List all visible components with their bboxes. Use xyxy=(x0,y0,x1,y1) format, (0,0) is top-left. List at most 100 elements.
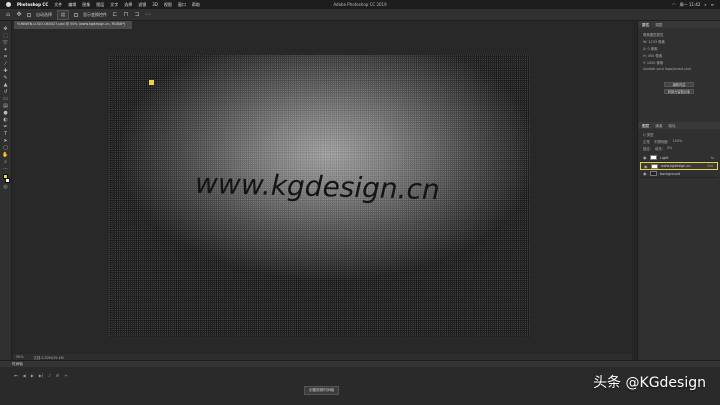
zoom-icon[interactable]: ⌕ xyxy=(2,160,9,165)
document-tab[interactable]: YUNWEN-LOGO-060027.psd @ 50% (www.kgdesi… xyxy=(14,21,132,29)
blur-icon[interactable]: ● xyxy=(2,111,9,116)
first-frame-icon[interactable]: ⏮ xyxy=(14,373,18,378)
tab-adjustments[interactable]: 调整 xyxy=(655,23,662,27)
align-left-icon[interactable]: ⊏ xyxy=(112,11,118,18)
hand-icon[interactable]: ✋ xyxy=(2,153,9,158)
opacity-value[interactable]: 100% xyxy=(673,139,683,144)
options-bar: ⌂ ✥ 自动选择 组 显示变换控件 ⊏ ⊓ ⊐ ⋯ xyxy=(0,9,720,21)
width-field[interactable]: W: 1233 像素 xyxy=(638,38,720,45)
visibility-eye-icon[interactable]: ◉ xyxy=(643,171,647,176)
layer-name[interactable]: background xyxy=(660,172,680,176)
move-icon[interactable]: ✥ xyxy=(2,27,9,32)
doc-size[interactable]: 文档:3.52M/39.4M xyxy=(34,355,64,360)
edit-contents-button[interactable]: 编辑内容 xyxy=(664,82,694,87)
menu-layer[interactable]: 图层 xyxy=(96,2,104,8)
auto-select-dropdown[interactable]: 组 xyxy=(57,9,69,20)
tab-paths[interactable]: 路径 xyxy=(668,124,675,128)
lock-label: 锁定: xyxy=(643,147,651,151)
layer-name[interactable]: Light xyxy=(660,156,668,160)
shape-icon[interactable]: ▢ xyxy=(2,146,9,151)
fill-label: 填充: xyxy=(654,147,663,151)
window-title: Adobe Photoshop CC 2019 xyxy=(333,2,387,7)
align-center-icon[interactable]: ⊓ xyxy=(123,11,129,18)
document-canvas[interactable]: www.kgdesign.cn xyxy=(109,55,530,337)
layer-thumbnail xyxy=(650,155,657,160)
lasso-icon[interactable]: ➰ xyxy=(2,41,9,46)
history-brush-icon[interactable]: ↺ xyxy=(2,90,9,95)
layer-filter[interactable]: Q 类型 xyxy=(638,131,720,138)
menu-image[interactable]: 图像 xyxy=(82,2,90,8)
visibility-eye-icon[interactable]: ◉ xyxy=(643,155,647,160)
dodge-icon[interactable]: ◐ xyxy=(2,118,9,123)
layer-row-background[interactable]: ◉ background xyxy=(640,170,718,178)
background-color-swatch[interactable] xyxy=(4,178,10,183)
distribute-icon[interactable]: ⋯ xyxy=(145,11,151,18)
menu-select[interactable]: 选择 xyxy=(124,2,132,8)
layer-row-light[interactable]: ◉ Light fx xyxy=(640,154,718,162)
eraser-icon[interactable]: ▭ xyxy=(2,97,9,102)
quick-mask-icon[interactable]: ◎ xyxy=(2,185,9,190)
brush-icon[interactable]: ✎ xyxy=(2,76,9,81)
more-tools-icon[interactable]: ⋯ xyxy=(2,167,9,172)
magic-wand-icon[interactable]: ✦ xyxy=(2,48,9,53)
tab-channels[interactable]: 通道 xyxy=(655,124,662,128)
move-tool-icon[interactable]: ✥ xyxy=(16,11,22,18)
gradient-icon[interactable]: ▤ xyxy=(2,104,9,109)
menu-edit[interactable]: 编辑 xyxy=(68,2,76,8)
tab-properties[interactable]: 属性 xyxy=(642,23,649,27)
eyedropper-icon[interactable]: ⁄ xyxy=(2,62,9,67)
settings-icon[interactable]: ⚙ xyxy=(56,373,60,378)
fill-value[interactable]: 0% xyxy=(667,146,672,151)
apple-icon[interactable] xyxy=(6,2,11,7)
prev-frame-icon[interactable]: ◀ xyxy=(23,373,26,378)
auto-select-checkbox[interactable] xyxy=(27,12,31,17)
app-name[interactable]: Photoshop CC xyxy=(17,2,48,7)
type-icon[interactable]: T xyxy=(2,132,9,137)
layer-fx-badge[interactable]: Ctrl xyxy=(707,164,713,168)
blend-mode-dropdown[interactable]: 正常 xyxy=(643,139,650,144)
watermark-credit: 头条 @KGdesign xyxy=(593,375,706,391)
height-field[interactable]: H: 450 像素 xyxy=(638,52,720,59)
crop-icon[interactable]: ⌗ xyxy=(2,55,9,60)
right-panels: 属性 调整 像素图层属性 W: 1233 像素 X: 0 像素 H: 450 像… xyxy=(637,21,720,360)
menu-filter[interactable]: 滤镜 xyxy=(138,2,146,8)
zoom-level[interactable]: 50% xyxy=(16,355,24,359)
home-icon[interactable]: ⌂ xyxy=(5,11,11,18)
properties-tabs: 属性 调整 xyxy=(638,21,720,28)
clock[interactable]: 周一 11:42 xyxy=(680,2,701,8)
layer-name[interactable]: www.kgdesign.cn xyxy=(661,164,691,168)
menu-view[interactable]: 视图 xyxy=(164,2,172,8)
menu-file[interactable]: 文件 xyxy=(54,2,62,8)
menu-icon[interactable]: ≡ xyxy=(711,2,714,7)
pen-icon[interactable]: ✒ xyxy=(2,125,9,130)
play-icon[interactable]: ▶ xyxy=(31,373,34,378)
stamp-icon[interactable]: ▲ xyxy=(2,83,9,88)
menu-type[interactable]: 文字 xyxy=(110,2,118,8)
next-frame-icon[interactable]: ▶| xyxy=(39,373,43,378)
timeline-header[interactable]: 时间轴 xyxy=(0,360,720,367)
canvas-text[interactable]: www.kgdesign.cn xyxy=(195,167,441,206)
create-video-timeline-button[interactable]: 创建视频时间轴 xyxy=(304,386,340,395)
y-field[interactable]: Y: 1000 像素 xyxy=(638,59,720,66)
visibility-eye-icon[interactable]: ◉ xyxy=(644,164,648,169)
layer-row-text[interactable]: ◉ www.kgdesign.cn Ctrl xyxy=(640,162,718,170)
menu-3d[interactable]: 3D xyxy=(152,2,158,7)
healing-icon[interactable]: ✚ xyxy=(2,69,9,74)
transform-controls-checkbox[interactable] xyxy=(74,12,78,17)
menu-window[interactable]: 窗口 xyxy=(178,2,186,8)
align-right-icon[interactable]: ⊐ xyxy=(134,11,140,18)
search-icon[interactable]: ⌕ xyxy=(704,2,706,7)
properties-hint: Update your logo/smart pick xyxy=(643,67,692,71)
layer-fx-badge[interactable]: fx xyxy=(711,156,714,160)
wifi-icon[interactable]: ◠ xyxy=(672,2,676,7)
audio-icon[interactable]: ♪ xyxy=(48,373,51,378)
path-select-icon[interactable]: ➤ xyxy=(2,139,9,144)
menu-help[interactable]: 帮助 xyxy=(192,2,200,8)
menu-bar: Photoshop CC 文件 编辑 图像 图层 文字 选择 滤镜 3D 视图 … xyxy=(0,0,720,9)
split-icon[interactable]: ✂ xyxy=(64,373,67,378)
convert-smart-object-button[interactable]: 转换为智能对象 xyxy=(664,89,694,94)
x-field[interactable]: X: 0 像素 xyxy=(638,45,720,52)
marquee-icon[interactable]: ⬚ xyxy=(2,34,9,39)
note-marker[interactable] xyxy=(149,80,154,85)
tab-layers[interactable]: 图层 xyxy=(642,124,649,128)
